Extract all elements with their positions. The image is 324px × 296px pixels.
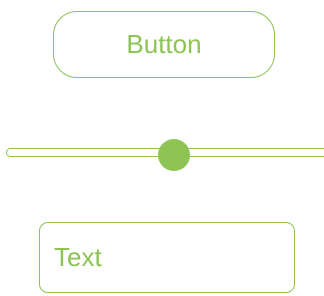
slider-thumb[interactable] [158,139,191,171]
primary-button[interactable]: Button [53,11,275,78]
text-input[interactable] [39,222,295,293]
slider[interactable] [0,138,324,171]
